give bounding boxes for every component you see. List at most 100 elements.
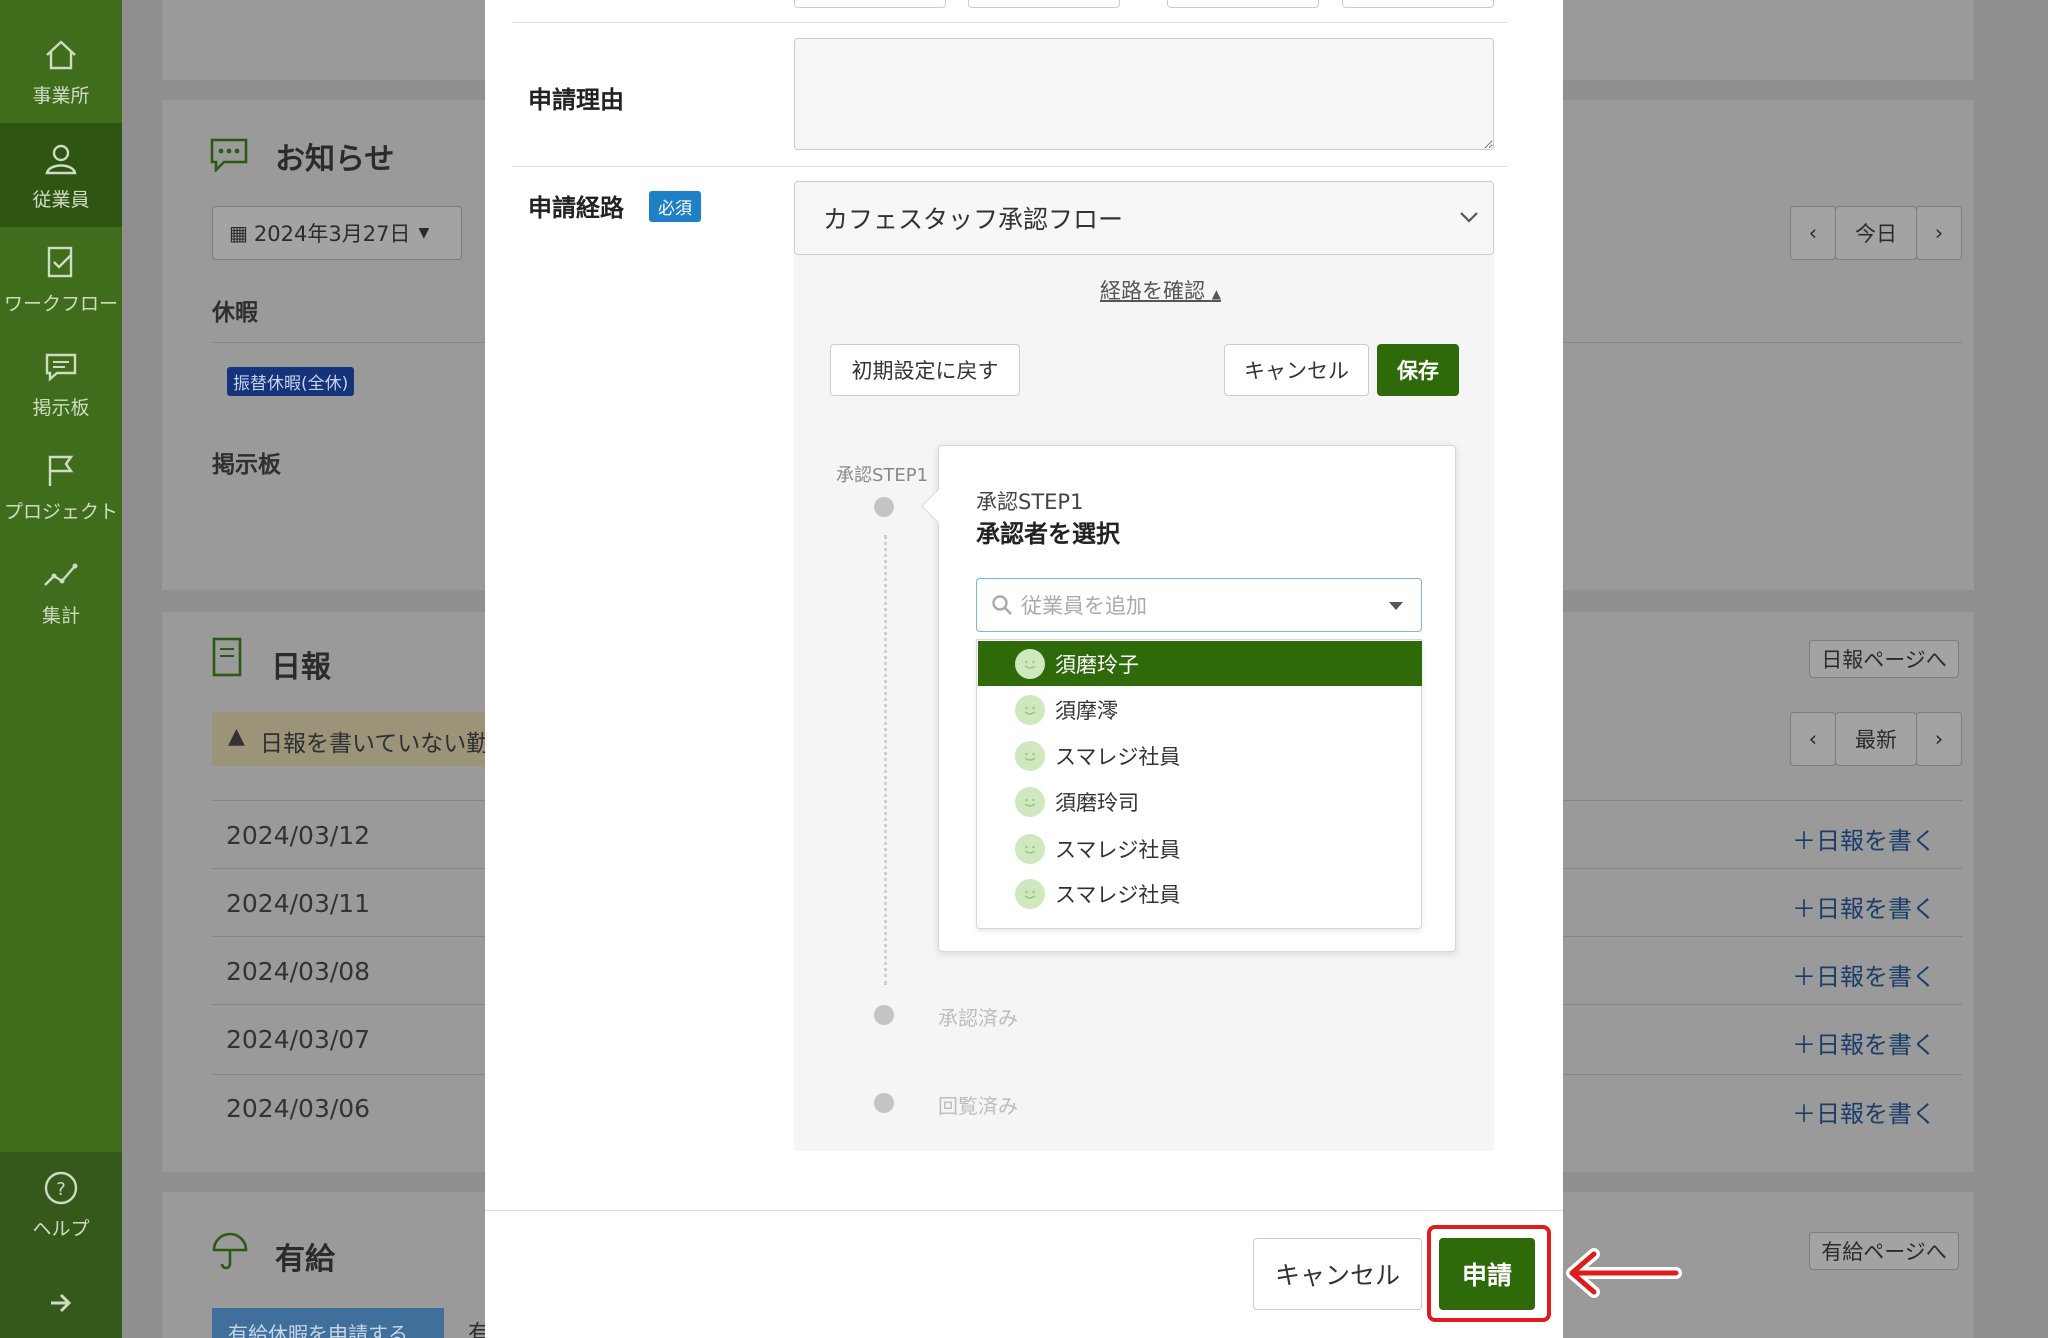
write-report-link[interactable]: ＋日報を書く: [1792, 821, 1936, 856]
warning-banner: ▲ 日報を書いていない勤務: [212, 712, 532, 766]
step1-dot: [874, 497, 894, 517]
footer-divider: [485, 1210, 1563, 1211]
today-button[interactable]: 今日: [1835, 206, 1917, 260]
plus-icon: ＋: [1792, 1100, 1816, 1128]
next-day-button[interactable]: ›: [1916, 206, 1962, 260]
report-date: 2024/03/11: [226, 889, 371, 918]
submit-highlight-box: [1427, 1225, 1551, 1322]
date-selector-value: 2024年3月27日: [253, 222, 411, 246]
plus-icon: ＋: [1792, 1031, 1816, 1059]
paid-page-button[interactable]: 有給ページへ: [1809, 1232, 1959, 1270]
umbrella-icon: [212, 1232, 248, 1270]
report-date: 2024/03/06: [226, 1094, 371, 1123]
write-report-link[interactable]: ＋日報を書く: [1792, 889, 1936, 924]
report-page-button[interactable]: 日報ページへ: [1809, 640, 1959, 678]
sidebar-item-label: ヘルプ: [32, 1217, 90, 1240]
circulated-label: 回覧済み: [938, 1094, 1018, 1118]
latest-button[interactable]: 最新: [1835, 712, 1917, 766]
vacation-label: 休暇: [212, 300, 258, 326]
popover-step: 承認STEP1: [976, 490, 1084, 514]
write-report-link[interactable]: ＋日報を書く: [1792, 957, 1936, 992]
sidebar-item-workflow[interactable]: ワークフロー: [0, 227, 122, 331]
avatar-icon: [1015, 740, 1045, 771]
route-save-button[interactable]: 保存: [1377, 344, 1459, 396]
employee-search-input[interactable]: 従業員を追加: [976, 578, 1422, 632]
circulated-dot: [874, 1093, 894, 1113]
sidebar-item-board[interactable]: 掲示板: [0, 331, 122, 435]
caret-down-icon: ▼: [418, 225, 430, 241]
paid-apply-button[interactable]: 有給休暇を申請する: [212, 1308, 444, 1338]
search-icon: [992, 595, 1012, 615]
approved-dot: [874, 1005, 894, 1025]
report-title: 日報: [271, 650, 331, 685]
employee-option[interactable]: 須磨玲司: [978, 779, 1422, 824]
reset-button[interactable]: 初期設定に戻す: [830, 344, 1020, 396]
avatar-icon: [1015, 833, 1045, 864]
today-label: 今日: [1855, 222, 1897, 246]
sidebar-item-stats[interactable]: 集計: [0, 539, 122, 643]
top-field-stub: [794, 0, 946, 8]
write-report-link[interactable]: ＋日報を書く: [1792, 1025, 1936, 1060]
reason-label: 申請理由: [528, 86, 624, 114]
write-report-label: 日報を書く: [1816, 963, 1936, 991]
avatar-icon: [1015, 878, 1045, 909]
prev-day-button[interactable]: ‹: [1790, 206, 1836, 260]
required-badge: 必須: [649, 191, 701, 222]
route-select-value: カフェスタッフ承認フロー: [823, 205, 1124, 234]
sidebar-item-employees[interactable]: 従業員: [0, 123, 122, 227]
employee-option-label: 須磨玲子: [1055, 652, 1139, 677]
write-report-link[interactable]: ＋日報を書く: [1792, 1094, 1936, 1129]
report-next-button[interactable]: ›: [1916, 712, 1962, 766]
sidebar-item-help[interactable]: ? ヘルプ: [0, 1152, 122, 1256]
notice-title: お知らせ: [275, 142, 395, 177]
report-prev-button[interactable]: ‹: [1790, 712, 1836, 766]
red-arrow-icon: [1566, 1248, 1682, 1298]
report-icon: [212, 637, 242, 677]
reason-textarea[interactable]: [794, 38, 1494, 150]
arrow-right-icon[interactable]: [48, 1290, 74, 1316]
employee-option[interactable]: 須摩澪: [978, 687, 1422, 732]
write-report-label: 日報を書く: [1816, 895, 1936, 923]
user-icon: [45, 144, 77, 174]
employee-option[interactable]: スマレジ社員: [978, 871, 1422, 916]
timeline-line: [884, 535, 887, 985]
help-icon: ?: [44, 1171, 78, 1204]
chart-icon: [44, 563, 78, 586]
approved-label: 承認済み: [938, 1006, 1018, 1030]
date-selector[interactable]: ▦ 2024年3月27日 ▼: [212, 206, 462, 260]
sidebar-item-project[interactable]: プロジェクト: [0, 435, 122, 539]
sidebar: 事業所 従業員 ワークフロー 掲示板 プロジェクト 集計 ? ヘルプ: [0, 0, 122, 1338]
warning-icon: ▲: [228, 724, 245, 749]
route-check-label: 経路を確認: [1100, 279, 1205, 303]
plus-icon: ＋: [1792, 827, 1816, 855]
route-save-label: 保存: [1397, 359, 1439, 383]
employee-option[interactable]: 須磨玲子: [978, 641, 1422, 686]
home-icon: [46, 39, 76, 69]
sidebar-item-office[interactable]: 事業所: [0, 19, 122, 123]
chevron-right-icon: ›: [1934, 727, 1944, 751]
route-cancel-label: キャンセル: [1244, 359, 1349, 383]
sidebar-item-label: 従業員: [32, 188, 90, 211]
write-report-label: 日報を書く: [1816, 1100, 1936, 1128]
route-select[interactable]: カフェスタッフ承認フロー: [794, 181, 1494, 255]
footer-cancel-button[interactable]: キャンセル: [1253, 1238, 1422, 1310]
report-date: 2024/03/12: [226, 821, 371, 850]
paid-title: 有給: [275, 1242, 335, 1277]
svg-text:?: ?: [56, 1179, 66, 1200]
employee-option[interactable]: スマレジ社員: [978, 826, 1422, 871]
route-cancel-button[interactable]: キャンセル: [1224, 344, 1369, 396]
paid-apply-label: 有給休暇を申請する: [228, 1322, 408, 1338]
chat-icon: [45, 353, 77, 382]
employee-option[interactable]: スマレジ社員: [978, 733, 1422, 778]
report-page-label: 日報ページへ: [1821, 648, 1947, 672]
route-check-link[interactable]: 経路を確認 ▲: [1100, 275, 1221, 305]
employee-search-placeholder: 従業員を追加: [1021, 594, 1147, 618]
employee-dropdown: 須磨玲子 須摩澪 スマレジ社員 須磨玲司 スマレジ社員 スマレジ社員: [976, 639, 1422, 929]
employee-option-label: スマレジ社員: [1055, 744, 1181, 769]
avatar-icon: [1015, 786, 1045, 817]
step1-label: 承認STEP1: [836, 465, 929, 486]
chevron-down-icon: [1460, 212, 1478, 223]
top-field-stub: [1342, 0, 1494, 8]
route-label: 申請経路: [528, 194, 624, 222]
caret-up-icon: ▲: [1211, 287, 1221, 301]
